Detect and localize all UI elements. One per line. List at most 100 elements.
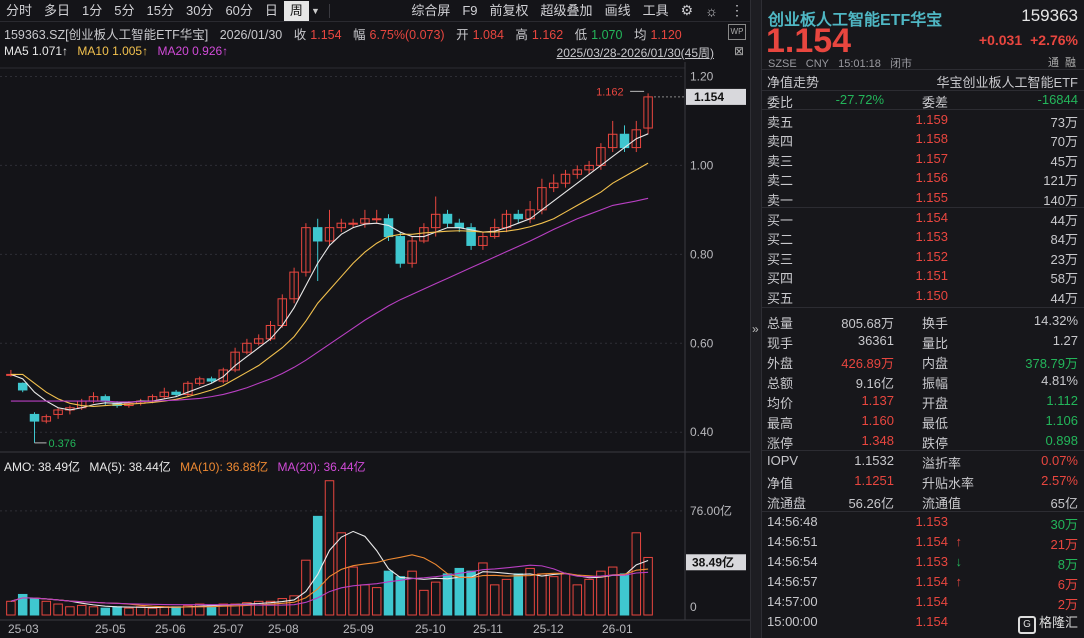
stat-label: 开盘 — [922, 396, 949, 411]
iopv-value: 1.1251 — [854, 473, 894, 488]
amp-value: 6.75%(0.073) — [369, 28, 445, 42]
toolbar-divider — [328, 3, 330, 18]
expand-icon[interactable]: » — [752, 322, 759, 336]
period-tab[interactable]: 多日 — [38, 1, 76, 21]
candle-body — [383, 218, 394, 238]
period-tab[interactable]: 周 — [283, 0, 309, 21]
period-tab[interactable]: 15分 — [141, 1, 180, 21]
volume-bar — [41, 600, 52, 616]
volume-bar — [230, 603, 240, 616]
period-tab[interactable]: 30分 — [180, 1, 219, 21]
stat-value: 1.348 — [861, 433, 894, 448]
date-range[interactable]: 2025/03/28-2026/01/30(45周) — [557, 44, 714, 61]
nav-row[interactable]: 净值走势 华宝创业板人工智能ETF — [762, 70, 1084, 90]
nav-trend-label[interactable]: 净值走势 — [767, 72, 819, 91]
period-tab[interactable]: 5分 — [108, 1, 140, 21]
tong-label[interactable]: 通 — [1048, 57, 1059, 69]
iopv-label: IOPV — [767, 453, 799, 468]
caret-down-icon[interactable]: ▼ — [311, 6, 320, 16]
volume-bar — [324, 480, 335, 616]
diff-value: -16844 — [1037, 92, 1078, 107]
period-tab[interactable]: 60分 — [219, 1, 258, 21]
x-tick-label: 25-08 — [268, 622, 299, 636]
candle-body — [419, 227, 429, 242]
candle-body — [336, 222, 347, 229]
toolbar-tool[interactable]: F9 — [456, 1, 483, 21]
toolbar-tool[interactable]: 工具 — [637, 1, 675, 21]
volume-bar — [336, 532, 347, 616]
ma20-line — [10, 197, 649, 403]
period-tab[interactable]: 分时 — [0, 1, 38, 21]
candle-body — [230, 351, 240, 371]
ma20-label: MA20 0.926↑ — [157, 44, 229, 58]
volume-bar — [643, 556, 653, 616]
bid-price: 1.150 — [915, 287, 948, 303]
candle-body — [560, 173, 571, 184]
y-tick-label: 0.60 — [690, 336, 714, 350]
watermark: G 格隆汇 — [1017, 612, 1078, 634]
period-tab[interactable]: 1分 — [76, 1, 108, 21]
stat-value: 14.32% — [1033, 313, 1078, 328]
iopv-value: 2.57% — [1041, 473, 1078, 488]
volume-bar — [124, 607, 134, 616]
iopv-value: 0.07% — [1041, 453, 1078, 468]
vol-axis-label: 0 — [690, 600, 697, 614]
candle-body — [324, 227, 335, 242]
panel-collapse-handle[interactable]: » — [750, 0, 762, 638]
candle-body — [501, 213, 512, 229]
high-label: 高 — [515, 28, 528, 42]
rong-label[interactable]: 融 — [1065, 57, 1076, 69]
ask-row: 卖二 1.156 121万 — [762, 168, 1084, 188]
close-label: 收 — [293, 28, 307, 42]
volume-bar — [100, 607, 111, 616]
vol-tag-box — [686, 554, 746, 571]
iopv-label: 升贴水率 — [922, 476, 975, 491]
x-tick-label: 25-05 — [95, 622, 126, 636]
volume-bar — [301, 559, 311, 616]
amo-legend: AMO: 38.49亿 MA(5): 38.44亿 MA(10): 36.88亿… — [4, 458, 372, 475]
gear-icon[interactable]: ⚙ — [675, 2, 700, 19]
date-label: 2026/01/30 — [219, 28, 283, 42]
vol-ma20-line — [10, 564, 649, 606]
ask-level: 卖三 — [767, 153, 794, 169]
candle-body — [430, 213, 441, 229]
candle-body — [253, 338, 264, 344]
ask-level: 卖一 — [767, 192, 794, 208]
y-tick-label: 0.80 — [690, 247, 714, 261]
more-icon[interactable]: ⋮ — [724, 2, 750, 19]
iopv-label: 流通值 — [922, 496, 962, 511]
nav-fund-name[interactable]: 华宝创业板人工智能ETF — [936, 72, 1078, 91]
iopv-value: 56.26亿 — [848, 496, 894, 511]
toolbar-tool[interactable]: 超级叠加 — [535, 1, 599, 21]
close-icon[interactable]: ⊠ — [734, 44, 744, 58]
quote-info-line: 159363.SZ[创业板人工智能ETF华宝] 2026/01/30 收 1.15… — [4, 24, 690, 43]
candle-body — [478, 236, 488, 246]
stat-row: 现手 36361 量比 1.27 — [762, 331, 1084, 351]
volume-bar — [371, 587, 382, 616]
toolbar-tool[interactable]: 综合屏 — [405, 1, 456, 21]
tick-row: 14:57:00 1.154 2万 — [762, 592, 1084, 612]
candle-body — [112, 402, 122, 407]
volume-bar — [277, 598, 288, 616]
candle-body — [76, 400, 87, 409]
iopv-value: 65亿 — [1050, 496, 1078, 511]
candle-body — [100, 396, 111, 402]
stat-label: 内盘 — [922, 356, 949, 371]
toolbar-tool[interactable]: 前复权 — [484, 1, 535, 21]
wp-icon[interactable]: WP — [728, 24, 746, 40]
bid-volume: 58万 — [1050, 271, 1078, 287]
sun-icon[interactable]: ☼ — [699, 3, 724, 19]
tick-time: 14:56:54 — [767, 554, 818, 569]
tick-price: 1.153 — [915, 554, 948, 569]
tick-price: 1.154 — [915, 614, 948, 629]
quote-panel: 创业板人工智能ETF华宝 159363 1.154 +0.031 +2.76% S… — [762, 0, 1084, 638]
stat-value: 9.16亿 — [855, 376, 894, 391]
ma5-line — [10, 133, 649, 411]
bid-price: 1.152 — [915, 248, 948, 264]
candlestick-chart[interactable]: 1.20 1.00 0.80 0.60 0.40 76.00亿 0 1.154 1.162 0.3… — [0, 0, 750, 638]
period-tab[interactable]: 日 — [259, 1, 284, 21]
stat-row: 最高 1.160 最低 1.106 — [762, 411, 1084, 431]
toolbar-tool[interactable]: 画线 — [599, 1, 637, 21]
candle-body — [88, 396, 99, 402]
tick-row: 14:56:51 1.154 ↑ 21万 — [762, 532, 1084, 552]
